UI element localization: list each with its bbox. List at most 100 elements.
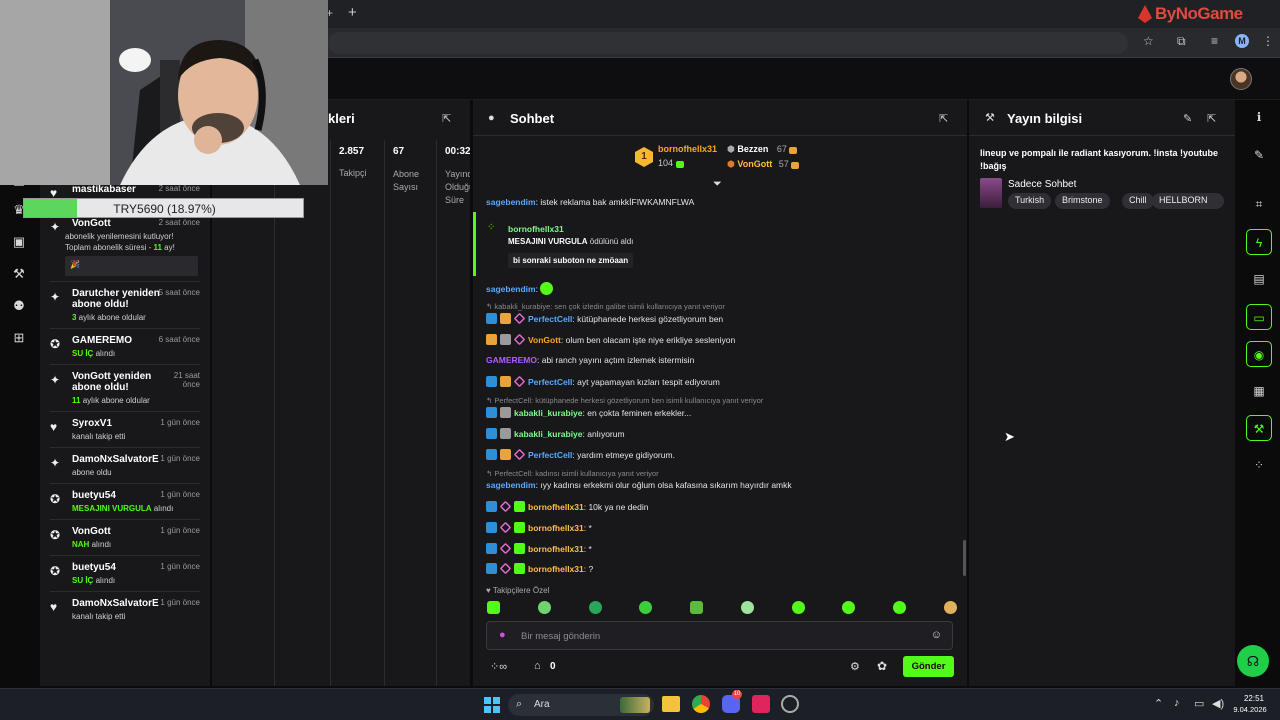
chat-icon[interactable]: ▭ xyxy=(1246,304,1272,330)
emote-menu-icon[interactable]: ✿ xyxy=(877,659,887,673)
tag-chip[interactable]: HELLBORN xyxy=(1152,193,1224,209)
edit-pencil-icon[interactable]: ✎ xyxy=(1183,112,1192,125)
emote-4[interactable] xyxy=(639,601,653,614)
emote-3[interactable] xyxy=(588,601,602,614)
media-icon[interactable]: ▣ xyxy=(11,234,27,250)
leader-second[interactable]: ⬢ Bezzen 67 xyxy=(727,144,800,155)
activity-name[interactable]: Darutcher yeniden abone oldu! xyxy=(72,288,162,310)
tray-chevron-icon[interactable]: ⌃ xyxy=(1154,697,1163,710)
broadcast-icon[interactable]: ◉ xyxy=(1246,341,1272,367)
activity-name[interactable]: DamoNxSalvatorE xyxy=(72,454,159,465)
leader-first[interactable]: bornofhellx31 xyxy=(658,144,717,154)
emote-10[interactable] xyxy=(943,601,957,614)
activity-name[interactable]: buetyu54 xyxy=(72,562,116,573)
dashboard-icon[interactable]: ⊞ xyxy=(11,330,27,346)
tag-chip[interactable]: Brimstone xyxy=(1055,193,1110,209)
chat-scrollbar[interactable] xyxy=(963,540,966,576)
bynogame-logo-icon xyxy=(1138,5,1152,23)
divider xyxy=(50,519,200,520)
microphone-tray-icon[interactable]: ♪ xyxy=(1174,697,1180,709)
popout-icon[interactable]: ⇱ xyxy=(1207,112,1216,125)
lightning-icon[interactable]: ϟ xyxy=(1246,229,1272,255)
network-icon[interactable]: ▭ xyxy=(1194,697,1204,710)
activity-time: 5 saat önce xyxy=(158,288,200,297)
windows-start-icon[interactable] xyxy=(484,697,500,713)
support-headset-icon[interactable]: ☊ xyxy=(1237,645,1269,677)
profile-avatar[interactable]: M xyxy=(1235,34,1249,48)
activity-name[interactable]: buetyu54 xyxy=(72,490,116,501)
emote-2[interactable] xyxy=(537,601,551,614)
address-bar[interactable] xyxy=(328,32,1128,54)
divider xyxy=(50,364,200,365)
activity-time: 6 saat önce xyxy=(158,335,200,344)
redeem-user[interactable]: bornofhellx31 xyxy=(508,224,564,234)
activity-name[interactable]: SyroxV1 xyxy=(72,418,112,429)
clock-date[interactable]: 9.04.2026 xyxy=(1228,705,1272,714)
activity-item: ♥ DamoNxSalvatorE 1 gün önce kanalı taki… xyxy=(50,598,200,624)
media-controls-icon[interactable]: ≡ xyxy=(1211,34,1218,48)
wrench-icon[interactable]: ⚒ xyxy=(11,266,27,282)
pen-icon[interactable]: ✎ xyxy=(1246,142,1272,168)
taskbar-search[interactable]: ⌕ Ara xyxy=(508,694,654,716)
user-avatar[interactable] xyxy=(1230,68,1252,90)
send-button[interactable]: Gönder xyxy=(903,656,954,677)
bookmark-star-icon[interactable]: ☆ xyxy=(1143,34,1154,48)
gift-leaderboard: 1 bornofhellx31 104 ⬢ Bezzen 67 ⬢ VonGot… xyxy=(635,144,815,176)
file-explorer-icon[interactable] xyxy=(662,696,680,712)
kick-points-icon[interactable]: ⁘∞ xyxy=(490,660,507,673)
emote-7[interactable] xyxy=(791,601,805,614)
settings-gear-icon[interactable]: ⚙ xyxy=(850,660,860,673)
chat-input[interactable]: ● Bir mesaj gönderin ☺ xyxy=(486,621,953,650)
volume-icon[interactable]: ◀) xyxy=(1212,697,1224,710)
activity-item: ♥ SyroxV1 1 gün önce kanalı takip etti xyxy=(50,418,200,444)
search-label: Ara xyxy=(534,699,550,710)
activity-name[interactable]: mastikabaser xyxy=(72,184,136,195)
layout-icon[interactable]: ▦ xyxy=(1246,378,1272,404)
tools-icon[interactable]: ⚒ xyxy=(1246,415,1272,441)
expand-chevron-icon[interactable]: ⏷ xyxy=(713,178,722,191)
category-name[interactable]: Sadece Sohbet xyxy=(1008,179,1076,190)
divider xyxy=(50,591,200,592)
star-icon: ✦ xyxy=(50,456,61,470)
category-thumbnail[interactable] xyxy=(980,178,1002,208)
stat-label: Yayında Olduğu Süre xyxy=(445,169,470,205)
rank-one-badge: 1 xyxy=(635,147,653,167)
divider xyxy=(50,328,200,329)
popout-icon[interactable]: ⇱ xyxy=(442,112,451,125)
store-icon[interactable]: ⌂ xyxy=(534,660,541,672)
leader-third[interactable]: ⬢ VonGott 57 xyxy=(727,159,802,170)
clock-time[interactable]: 22:51 xyxy=(1236,694,1272,703)
extensions-icon[interactable]: ⧉ xyxy=(1177,34,1186,49)
emote-8[interactable] xyxy=(842,601,856,614)
emote-9[interactable] xyxy=(893,601,907,614)
activity-subtext: kanalı takip etti xyxy=(72,612,126,621)
microphone-icon[interactable]: ● xyxy=(499,629,506,641)
tag-chip[interactable]: Chill xyxy=(1122,193,1154,209)
app-icon-red[interactable] xyxy=(752,695,770,713)
activity-name[interactable]: DamoNxSalvatorE xyxy=(72,598,159,609)
reply-indicator: ↰ PerfectCell: kadınsı isimli kullanıcıy… xyxy=(486,469,659,478)
emote-5[interactable] xyxy=(690,601,704,614)
bynogame-watermark: ByNoGame xyxy=(1136,3,1256,25)
tag-chip[interactable]: Turkish xyxy=(1008,193,1052,209)
emote-1[interactable] xyxy=(487,601,500,614)
app-icon-circle[interactable] xyxy=(781,695,799,713)
emoji-picker-icon[interactable]: ☺ xyxy=(931,629,942,641)
activity-name[interactable]: VonGott yeniden abone oldu! xyxy=(72,371,162,393)
activity-name[interactable]: GAMEREMO xyxy=(72,335,132,346)
chrome-icon[interactable] xyxy=(692,695,710,713)
activity-name[interactable]: VonGott xyxy=(72,218,111,229)
chat-message: GAMEREMO: abi ranch yayını açtım izlemek… xyxy=(486,355,695,365)
popout-icon[interactable]: ⇱ xyxy=(939,112,948,125)
info-icon[interactable]: ℹ xyxy=(1246,104,1272,130)
users-icon[interactable]: ⚉ xyxy=(11,298,27,314)
star-icon: ✦ xyxy=(50,290,61,304)
points-icon[interactable]: ⁘ xyxy=(1246,452,1272,478)
new-tab-button[interactable]: + xyxy=(348,4,357,21)
browser-menu-icon[interactable]: ⋮ xyxy=(1262,34,1274,48)
scan-icon[interactable]: ⌗ xyxy=(1246,191,1272,217)
emote-6[interactable] xyxy=(740,601,754,614)
document-icon[interactable]: ▤ xyxy=(1246,266,1272,292)
activity-name[interactable]: VonGott xyxy=(72,526,111,537)
activity-time: 1 gün önce xyxy=(160,526,200,535)
